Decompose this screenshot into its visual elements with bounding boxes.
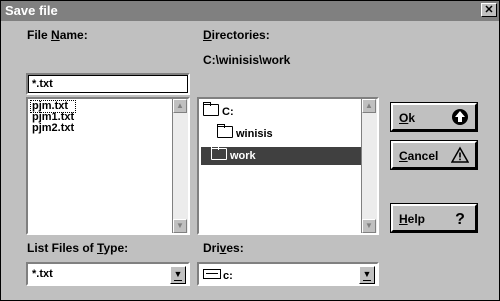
file-name-input[interactable]: *.txt — [26, 73, 190, 95]
file-list[interactable]: pjm.txt pjm1.txt pjm2.txt ▲ ▼ — [26, 97, 190, 235]
open-folder-icon — [203, 102, 219, 116]
file-name-value: *.txt — [32, 78, 53, 90]
drives-select[interactable]: c: ▼ — [197, 262, 379, 286]
help-button[interactable]: Help ? — [390, 203, 478, 233]
warning-icon — [451, 146, 469, 163]
file-name-label: File Name: — [27, 28, 88, 42]
svg-text:?: ? — [455, 211, 465, 227]
directory-item[interactable]: C: — [203, 102, 234, 121]
directories-label: Directories: — [203, 28, 270, 42]
scroll-up-arrow-icon[interactable]: ▲ — [362, 99, 376, 113]
chevron-down-icon: ▼ — [173, 269, 183, 279]
list-type-select[interactable]: *.txt ▼ — [26, 262, 190, 286]
drives-value: c: — [223, 270, 233, 282]
window-title: Save file — [5, 3, 58, 18]
directory-item-selected[interactable]: work — [201, 146, 361, 165]
directory-item[interactable]: winisis — [217, 124, 273, 143]
ok-button[interactable]: Ok — [390, 102, 478, 132]
list-type-value: *.txt — [32, 268, 53, 280]
chevron-down-icon: ▼ — [362, 269, 372, 279]
list-type-dropdown-button[interactable]: ▼ — [170, 266, 186, 284]
scroll-up-arrow-icon[interactable]: ▲ — [173, 99, 187, 113]
save-file-dialog: Save file ✕ File Name: *.txt pjm.txt pjm… — [0, 0, 500, 301]
drive-icon — [203, 269, 221, 279]
cancel-button[interactable]: Cancel — [390, 140, 478, 170]
directory-list-scrollbar[interactable]: ▲ ▼ — [361, 99, 377, 233]
directory-list[interactable]: C: winisis work ▲ ▼ — [197, 97, 379, 235]
scroll-down-arrow-icon[interactable]: ▼ — [362, 219, 376, 233]
drives-label: Drives: — [203, 241, 244, 255]
up-arrow-circle-icon — [452, 109, 468, 125]
close-icon: ✕ — [484, 4, 494, 16]
scroll-down-arrow-icon[interactable]: ▼ — [173, 219, 187, 233]
file-list-scrollbar[interactable]: ▲ ▼ — [172, 99, 188, 233]
question-icon: ? — [455, 211, 465, 227]
current-directory-path: C:\winisis\work — [203, 53, 291, 67]
title-bar[interactable]: Save file ✕ — [1, 1, 499, 21]
file-list-item[interactable]: pjm2.txt — [31, 123, 75, 134]
open-folder-icon — [211, 146, 227, 160]
open-folder-icon — [217, 124, 233, 138]
list-type-label: List Files of Type: — [27, 241, 129, 255]
close-button[interactable]: ✕ — [481, 3, 497, 17]
drives-dropdown-button[interactable]: ▼ — [359, 266, 375, 284]
